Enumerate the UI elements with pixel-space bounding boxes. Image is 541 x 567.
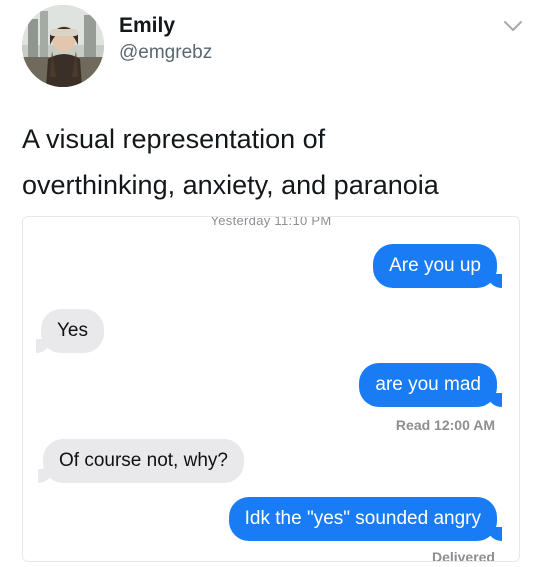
- tweet-container: Emily @emgrebz A visual representation o…: [0, 0, 541, 567]
- read-receipt: Read 12:00 AM: [395, 417, 495, 433]
- conversation-timestamp: Yesterday 11:10 PM: [210, 216, 332, 228]
- delivered-receipt: Delivered: [431, 549, 495, 562]
- chevron-down-icon[interactable]: [502, 18, 524, 34]
- received-message-bubble: Of course not, why?: [38, 439, 244, 483]
- received-message-bubble: Yes: [36, 309, 104, 353]
- avatar-photo: [22, 5, 104, 87]
- message-screenshot[interactable]: Yesterday 11:10 PM Are you up Yes are yo…: [22, 216, 520, 562]
- sent-message-bubble: Are you up: [373, 244, 502, 288]
- display-name[interactable]: Emily: [119, 14, 175, 38]
- tweet-text: A visual representation of overthinking,…: [22, 116, 522, 208]
- tweet-text-line: A visual representation of: [22, 124, 326, 154]
- user-handle[interactable]: @emgrebz: [119, 42, 212, 64]
- avatar[interactable]: [22, 5, 104, 87]
- sent-message-bubble: Idk the "yes" sounded angry: [228, 497, 503, 541]
- tweet-text-line: overthinking, anxiety, and paranoia: [22, 170, 439, 200]
- sent-message-bubble: are you mad: [359, 363, 502, 407]
